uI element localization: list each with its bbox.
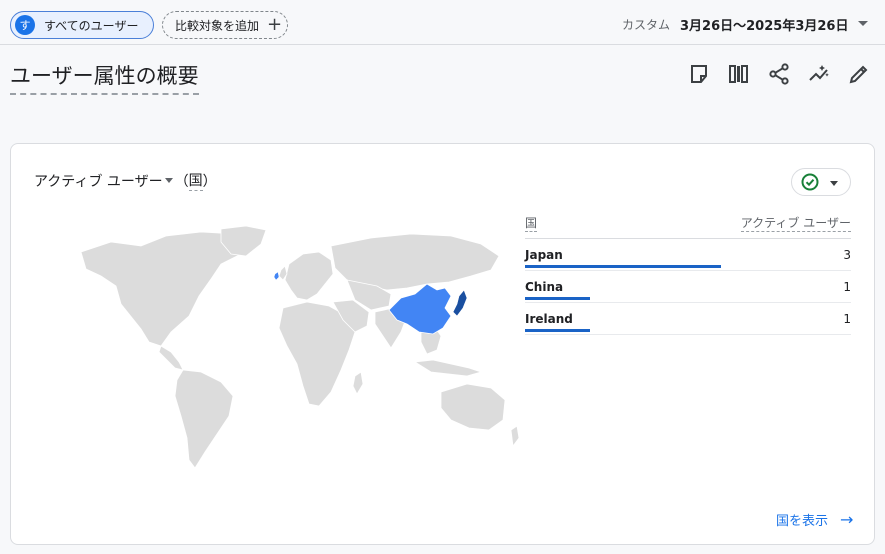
share-icon[interactable] — [767, 62, 791, 86]
table-header: 国 アクティブ ユーザー — [525, 214, 851, 239]
map-europe — [284, 251, 334, 301]
check-circle-icon — [801, 173, 819, 191]
map-south-america — [174, 369, 234, 469]
dimension-label: 国 — [188, 170, 203, 191]
map-japan — [452, 289, 468, 317]
row-bar — [525, 329, 590, 332]
row-bar — [525, 265, 721, 268]
world-map[interactable] — [71, 224, 521, 484]
data-quality-button[interactable] — [791, 168, 851, 196]
table-row[interactable]: Ireland 1 — [525, 303, 851, 335]
compare-columns-icon[interactable] — [727, 62, 751, 86]
segment-chip[interactable]: す すべてのユーザー — [10, 11, 154, 39]
column-header-active-users[interactable]: アクティブ ユーザー — [740, 214, 851, 232]
insights-icon[interactable] — [807, 62, 831, 86]
edit-icon[interactable] — [847, 62, 871, 86]
row-country: Ireland — [525, 312, 573, 326]
note-icon[interactable] — [687, 62, 711, 86]
card-title: アクティブ ユーザー （ 国 ） — [34, 170, 217, 191]
date-range-picker[interactable]: 3月26日～2025年3月26日 — [680, 15, 848, 34]
chevron-down-icon[interactable] — [858, 21, 868, 26]
add-comparison-button[interactable]: 比較対象を追加 + — [162, 11, 288, 39]
map-new-zealand — [510, 425, 520, 448]
segment-label: すべてのユーザー — [44, 18, 139, 33]
dimension-open: （ — [174, 173, 189, 190]
row-value: 1 — [843, 280, 851, 294]
row-value: 3 — [843, 248, 851, 262]
page-title: ユーザー属性の概要 — [10, 60, 199, 95]
table-row[interactable]: China 1 — [525, 271, 851, 303]
column-header-country[interactable]: 国 — [525, 214, 538, 232]
chevron-down-icon — [830, 181, 838, 186]
segment-badge: す — [15, 15, 35, 35]
add-comparison-label: 比較対象を追加 — [175, 18, 260, 33]
country-card: アクティブ ユーザー （ 国 ） 国 アクティブ ユーザー Japan 3 Ch… — [10, 143, 875, 545]
dimension-close: ） — [202, 173, 217, 190]
map-madagascar — [352, 371, 364, 395]
date-preset-label: カスタム — [622, 18, 671, 32]
top-bar: す すべてのユーザー 比較対象を追加 + カスタム 3月26日～2025年3月2… — [0, 0, 885, 45]
row-bar — [525, 297, 590, 300]
map-central-america — [158, 345, 184, 371]
map-indonesia — [413, 359, 483, 377]
row-country: China — [525, 280, 564, 294]
view-countries-link[interactable]: 国を表示 → — [776, 510, 853, 529]
arrow-right-icon: → — [840, 510, 854, 529]
chevron-down-icon[interactable] — [164, 178, 173, 183]
row-country: Japan — [525, 248, 563, 262]
map-australia — [440, 383, 506, 431]
table-row[interactable]: Japan 3 — [525, 239, 851, 271]
view-countries-label: 国を表示 — [776, 514, 829, 529]
row-value: 1 — [843, 312, 851, 326]
metric-selector[interactable]: アクティブ ユーザー — [34, 171, 163, 191]
map-ireland — [273, 271, 280, 281]
plus-icon: + — [267, 14, 283, 35]
